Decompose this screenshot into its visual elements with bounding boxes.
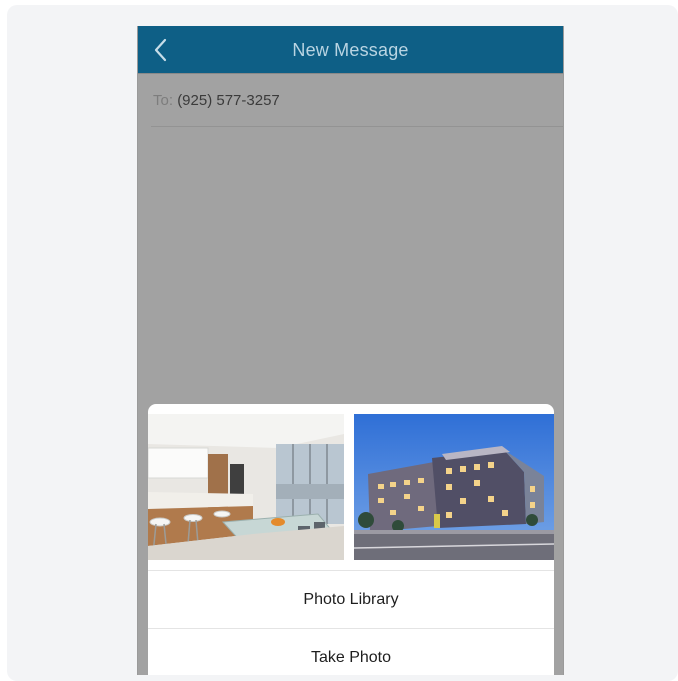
recipient-field[interactable]: To: (925) 577-3257 xyxy=(153,92,280,109)
to-label: To: xyxy=(153,92,174,109)
photo-library-button[interactable]: Photo Library xyxy=(148,570,554,628)
divider xyxy=(151,126,563,127)
photo-thumbnails xyxy=(148,414,554,560)
attachment-sheet: Photo Library Take Photo xyxy=(148,404,554,675)
phone-screen: New Message To: (925) 577-3257 Photo Lib… xyxy=(137,26,564,675)
kitchen-photo-thumbnail[interactable] xyxy=(148,414,344,560)
building-photo xyxy=(354,414,554,560)
screenshot-frame: New Message To: (925) 577-3257 Photo Lib… xyxy=(7,5,678,681)
building-photo-thumbnail[interactable] xyxy=(354,414,554,560)
kitchen-photo xyxy=(148,414,344,560)
recipient-value: (925) 577-3257 xyxy=(177,92,280,109)
take-photo-button[interactable]: Take Photo xyxy=(148,628,554,675)
navigation-bar: New Message xyxy=(138,26,563,73)
page-title: New Message xyxy=(292,40,409,60)
